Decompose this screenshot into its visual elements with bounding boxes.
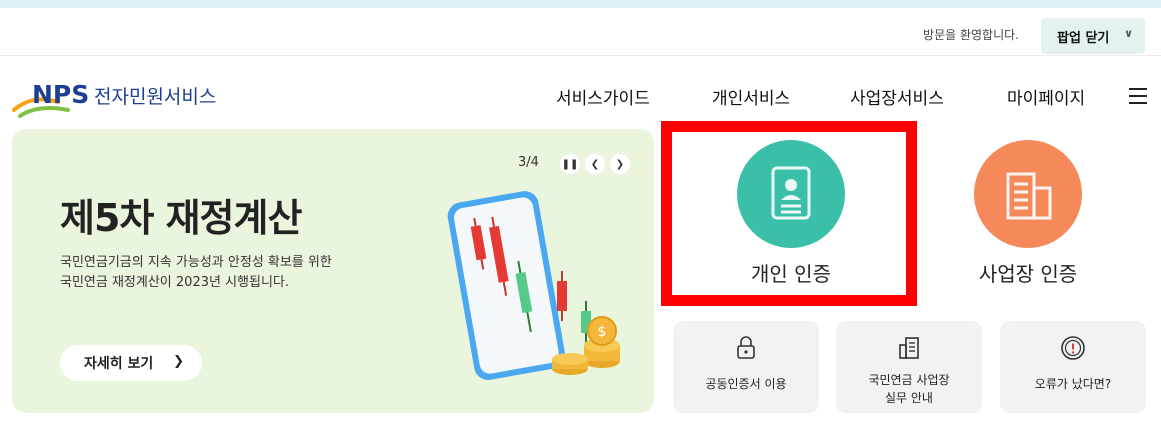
- phone-chart-illustration: $: [447, 191, 620, 380]
- banner-description: 국민연금기금의 지속 가능성과 안정성 확보를 위한 국민연금 재정계산이 20…: [60, 253, 390, 293]
- logo-abbr: NPS: [32, 80, 90, 109]
- banner-desc-line1: 국민연금기금의 지속 가능성과 안정성 확보를 위한: [60, 255, 332, 270]
- prev-arrow-icon[interactable]: ❮: [585, 154, 605, 174]
- nav-personal-service[interactable]: 개인서비스: [712, 84, 790, 109]
- business-cert-circle: [974, 140, 1082, 248]
- quick-link-label-line1: 국민연금 사업장: [868, 373, 950, 387]
- banner-desc-line2: 국민연금 재정계산이 2023년 시행됩니다.: [60, 275, 290, 290]
- quick-link-error-help[interactable]: 오류가 났다면?: [1000, 321, 1146, 413]
- logo-service-name: 전자민원서비스: [94, 86, 217, 108]
- popup-close-button[interactable]: 팝업 닫기 ∨: [1041, 18, 1145, 54]
- quick-link-label: 국민연금 사업장 실무 안내: [836, 371, 982, 407]
- main-banner: 3/4 ❚❚ ❮ ❯ 제5차 재정계산 국민연금기금의 지속 가능성과 안정성 …: [12, 129, 654, 413]
- alert-icon: [1061, 336, 1085, 360]
- chevron-down-icon: ∨: [1124, 27, 1133, 40]
- pause-icon[interactable]: ❚❚: [560, 154, 580, 174]
- nav-business-service[interactable]: 사업장서비스: [850, 84, 944, 109]
- quick-link-label: 오류가 났다면?: [1034, 377, 1112, 391]
- chevron-right-icon: ❯: [173, 354, 184, 369]
- detail-button[interactable]: 자세히 보기 ❯: [60, 345, 202, 381]
- popup-close-label: 팝업 닫기: [1057, 30, 1110, 46]
- quick-link-joint-cert[interactable]: 공동인증서 이용: [673, 321, 819, 413]
- quick-link-label: 공동인증서 이용: [705, 377, 787, 391]
- menu-icon[interactable]: [1129, 88, 1147, 104]
- detail-label: 자세히 보기: [84, 356, 154, 372]
- next-arrow-icon[interactable]: ❯: [610, 154, 630, 174]
- building-doc-icon: [899, 337, 919, 359]
- banner-title: 제5차 재정계산: [60, 196, 302, 240]
- personal-cert-highlight: [661, 121, 917, 306]
- building-icon: [1006, 172, 1052, 220]
- lock-icon: [737, 336, 755, 359]
- svg-text:$: $: [598, 324, 607, 340]
- top-stripe: [0, 0, 1161, 8]
- utility-bar: 방문을 환영합니다. 팝업 닫기 ∨: [0, 8, 1161, 56]
- nav-service-guide[interactable]: 서비스가이드: [556, 84, 650, 109]
- nav-my-page[interactable]: 마이페이지: [1007, 84, 1085, 109]
- quick-link-label-line2: 실무 안내: [885, 391, 933, 405]
- site-logo[interactable]: NPS 전자민원서비스: [12, 78, 222, 120]
- business-cert-card[interactable]: 사업장 인증: [908, 130, 1148, 300]
- business-cert-label: 사업장 인증: [978, 262, 1078, 286]
- welcome-text: 방문을 환영합니다.: [923, 28, 1019, 42]
- quick-link-business-guide[interactable]: 국민연금 사업장 실무 안내: [836, 321, 982, 413]
- slide-counter: 3/4: [518, 155, 539, 170]
